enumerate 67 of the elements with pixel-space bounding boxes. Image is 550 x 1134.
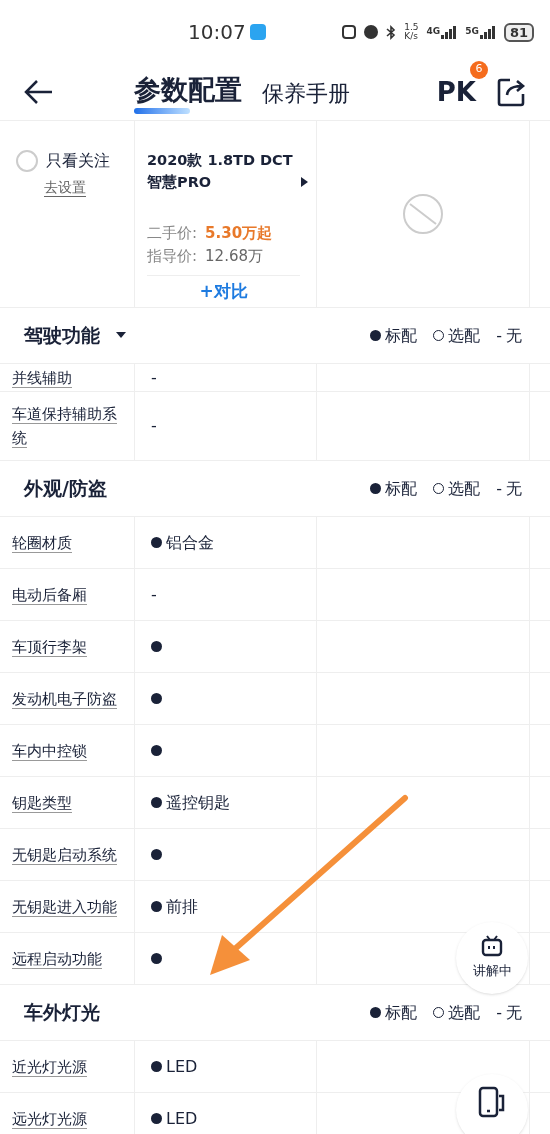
legend-label: 选配 bbox=[448, 1001, 481, 1024]
section-title: 外观/防盗 bbox=[24, 476, 107, 502]
legend-mark: - bbox=[496, 477, 502, 500]
feature-label[interactable]: 无钥匙启动系统 bbox=[12, 842, 117, 867]
legend-label: 标配 bbox=[385, 477, 418, 500]
follow-label: 只看关注 bbox=[46, 150, 110, 172]
feature-label[interactable]: 电动后备厢 bbox=[12, 582, 87, 607]
share-icon[interactable] bbox=[496, 77, 526, 107]
tv-icon bbox=[481, 935, 503, 958]
feature-label[interactable]: 无钥匙进入功能 bbox=[12, 894, 117, 919]
network-label: 4G bbox=[426, 25, 441, 38]
clock: 10:07 bbox=[188, 19, 246, 46]
network-label: 5G bbox=[465, 25, 479, 38]
back-arrow-icon[interactable] bbox=[24, 79, 54, 105]
feature-label[interactable]: 轮圈材质 bbox=[12, 530, 72, 555]
feature-value: 遥控钥匙 bbox=[166, 791, 230, 814]
net-speed: 1.5 bbox=[404, 23, 419, 32]
section-title: 车外灯光 bbox=[24, 1000, 100, 1026]
used-price: 5.30万起 bbox=[205, 223, 273, 244]
feature-label[interactable]: 车顶行李架 bbox=[12, 634, 87, 659]
legend-label: 选配 bbox=[448, 324, 481, 347]
legend-mark: - bbox=[496, 1001, 502, 1024]
feature-label[interactable]: 近光灯光源 bbox=[12, 1054, 87, 1079]
price-label: 指导价: bbox=[147, 245, 198, 267]
feature-value: - bbox=[151, 583, 157, 606]
legend-mark: - bbox=[496, 324, 502, 347]
legend-label: 选配 bbox=[448, 477, 481, 500]
feature-label[interactable]: 并线辅助 bbox=[12, 366, 72, 390]
phone-button[interactable] bbox=[456, 1074, 528, 1134]
price-label: 二手价: bbox=[147, 223, 198, 244]
compare-button[interactable]: +对比 bbox=[199, 278, 248, 305]
empty-slot-icon bbox=[402, 193, 444, 235]
caret-icon[interactable] bbox=[116, 332, 126, 339]
count-badge: 6 bbox=[470, 60, 488, 79]
message-icon bbox=[249, 24, 266, 40]
guide-price: 12.68万 bbox=[205, 245, 263, 267]
header-tab[interactable]: 参数配置 bbox=[134, 69, 242, 115]
signal-icon bbox=[441, 25, 458, 39]
signal-icon bbox=[479, 25, 496, 39]
car-model-name[interactable]: 2020款 1.8TD DCT 智慧PRO bbox=[147, 149, 296, 193]
feature-value: LED bbox=[166, 1055, 198, 1078]
feature-label[interactable]: 车内中控锁 bbox=[12, 738, 87, 763]
legend-label: 无 bbox=[506, 477, 522, 500]
feature-label[interactable]: 钥匙类型 bbox=[12, 790, 72, 815]
battery-indicator: 81 bbox=[503, 22, 534, 42]
bluetooth-icon bbox=[386, 24, 397, 40]
legend-label: 标配 bbox=[385, 1001, 418, 1024]
follow-checkbox[interactable] bbox=[16, 150, 38, 172]
feature-label[interactable]: 发动机电子防盗 bbox=[12, 686, 117, 711]
section-title: 驾驶功能 bbox=[24, 323, 100, 349]
feature-value: - bbox=[151, 415, 157, 437]
phone-icon bbox=[478, 1086, 506, 1118]
explain-button[interactable]: 讲解中 bbox=[456, 922, 528, 994]
legend-label: 无 bbox=[506, 324, 522, 347]
legend-label: 标配 bbox=[385, 324, 418, 347]
feature-label[interactable]: 车道保持辅助系统 bbox=[12, 402, 130, 450]
feature-value: 铝合金 bbox=[166, 531, 214, 554]
settings-link[interactable]: 去设置 bbox=[44, 177, 86, 198]
play-caret-icon bbox=[301, 177, 308, 187]
feature-value: 前排 bbox=[166, 895, 198, 918]
feature-label[interactable]: 远光灯光源 bbox=[12, 1106, 87, 1131]
feature-value: - bbox=[151, 366, 157, 389]
net-speed: K/s bbox=[404, 32, 419, 41]
feature-value: LED bbox=[166, 1107, 198, 1130]
feature-label[interactable]: 远程启动功能 bbox=[12, 946, 102, 971]
legend-label: 无 bbox=[506, 1001, 522, 1024]
header-tab[interactable]: 保养手册 bbox=[262, 77, 350, 115]
